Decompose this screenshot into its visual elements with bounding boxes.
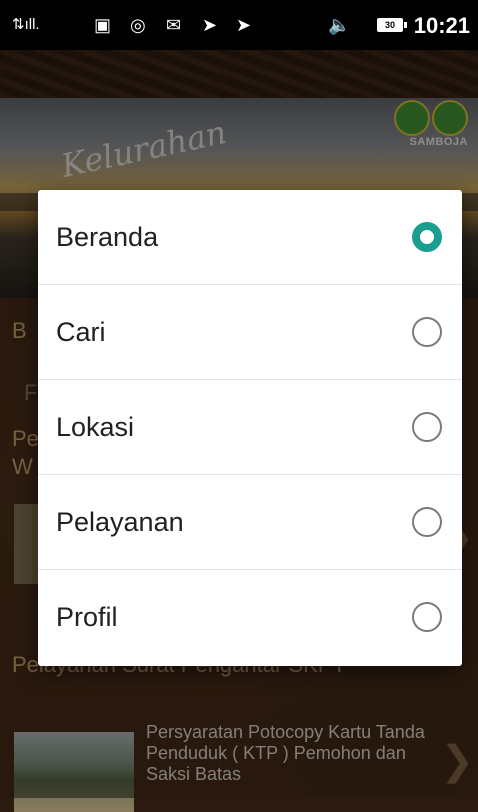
option-cari[interactable]: Cari [38,285,462,380]
radio-button-checked[interactable] [412,222,442,252]
menu-dialog: Beranda Cari Lokasi Pelayanan Profil [38,190,462,666]
clock: 10:21 [413,13,470,38]
option-label: Profil [56,602,118,632]
radio-button[interactable] [412,602,442,632]
option-label: Cari [56,317,106,347]
vpn-icon-2: ➤ [236,15,252,35]
mail-icon: ✉ [166,15,182,35]
option-beranda[interactable]: Beranda [38,190,462,285]
vpn-icon: ➤ [202,15,218,35]
volume-icon: 🔈 [328,15,351,35]
battery-icon: 30 [377,18,407,32]
radio-button[interactable] [412,412,442,442]
gallery-icon: ▣ [94,15,112,35]
whatsapp-icon: ◎ [130,15,146,35]
status-bar: ⇅ıll. ▣ ◎ ✉ ➤ ➤ 🔈 30 10:21 [0,0,478,50]
option-label: Lokasi [56,412,135,442]
signal-icon: ⇅ıll. [12,16,40,33]
option-profil[interactable]: Profil [38,570,462,665]
option-label: Pelayanan [56,507,184,537]
radio-button[interactable] [412,317,442,347]
option-pelayanan[interactable]: Pelayanan [38,475,462,570]
radio-button[interactable] [412,507,442,537]
option-lokasi[interactable]: Lokasi [38,380,462,475]
option-label: Beranda [56,222,159,252]
